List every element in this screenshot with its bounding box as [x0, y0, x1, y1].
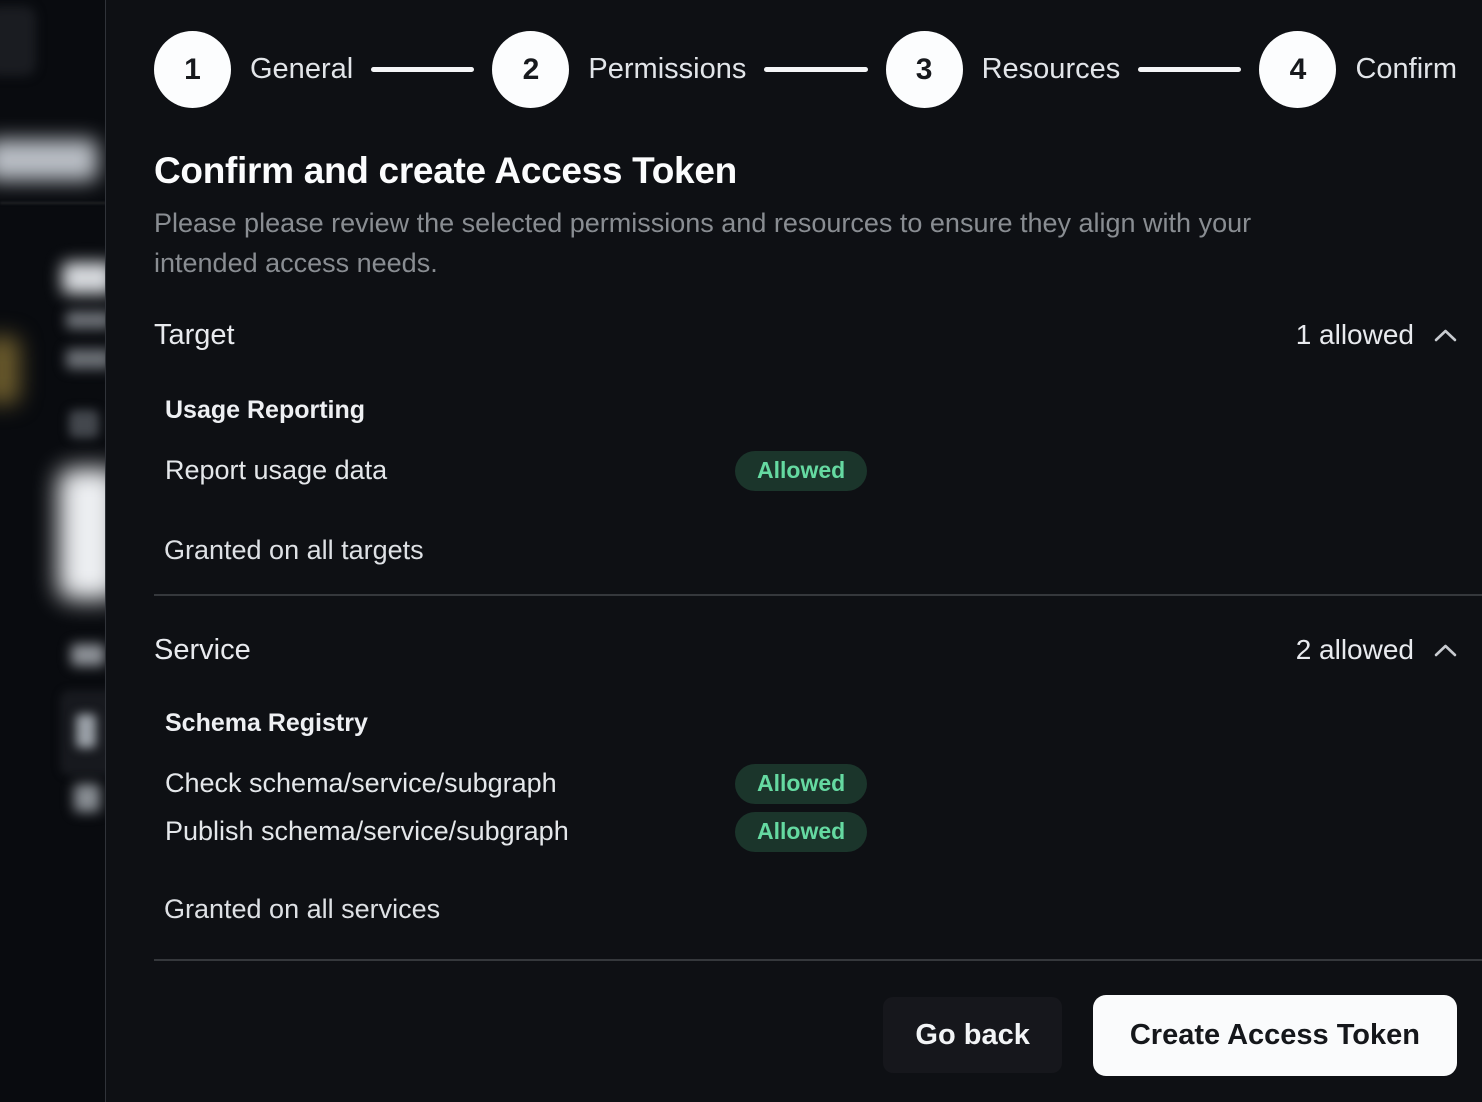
blurred-nav-item: [0, 139, 98, 181]
background-page: [0, 0, 106, 1102]
permission-label: Check schema/service/subgraph: [165, 768, 735, 799]
page-description: Please please review the selected permis…: [106, 203, 1346, 283]
permission-row: Report usage data Allowed: [165, 451, 1457, 491]
permission-row: Publish schema/service/subgraph Allowed: [165, 812, 1457, 852]
section-target-title: Target: [154, 319, 235, 352]
step-confirm-label: Confirm: [1355, 53, 1457, 86]
step-confirm-number: 4: [1259, 31, 1336, 108]
section-service-group: Schema Registry Check schema/service/sub…: [117, 709, 1482, 852]
service-granted-note: Granted on all services: [116, 894, 1482, 925]
divider: [154, 959, 1482, 961]
blurred-accent-blob: [0, 336, 20, 404]
backdrop-divider: [0, 202, 106, 204]
blurred-icon: [69, 410, 99, 438]
section-service-title: Service: [154, 634, 251, 667]
page-title: Confirm and create Access Token: [106, 150, 1482, 193]
blurred-heading: [62, 262, 106, 294]
step-permissions[interactable]: 2 Permissions: [492, 31, 746, 108]
section-target-collapse-toggle[interactable]: 1 allowed: [1296, 319, 1457, 351]
step-general[interactable]: 1 General: [154, 31, 353, 108]
step-permissions-number: 2: [492, 31, 569, 108]
create-access-token-panel: 1 General 2 Permissions 3 Resources 4 Co…: [105, 0, 1482, 1102]
section-service-count: 2 allowed: [1296, 634, 1414, 666]
step-confirm[interactable]: 4 Confirm: [1259, 31, 1457, 108]
step-general-number: 1: [154, 31, 231, 108]
section-target-header: Target 1 allowed: [106, 319, 1482, 352]
service-group-title: Schema Registry: [165, 709, 1457, 738]
step-resources-number: 3: [886, 31, 963, 108]
stepper-connector: [371, 67, 474, 72]
blurred-card: [58, 468, 106, 600]
wizard-footer: Go back Create Access Token: [106, 995, 1482, 1076]
stepper-connector: [1138, 67, 1241, 72]
step-permissions-label: Permissions: [588, 53, 746, 86]
divider: [154, 594, 1482, 596]
blurred-input-letter: [76, 714, 96, 748]
status-badge: Allowed: [735, 764, 867, 804]
step-resources-label: Resources: [982, 53, 1121, 86]
section-target-count: 1 allowed: [1296, 319, 1414, 351]
section-target-group: Usage Reporting Report usage data Allowe…: [117, 396, 1482, 491]
permission-label: Report usage data: [165, 455, 735, 486]
status-badge: Allowed: [735, 812, 867, 852]
section-service-header: Service 2 allowed: [106, 634, 1482, 667]
target-group-title: Usage Reporting: [165, 396, 1457, 425]
permission-label: Publish schema/service/subgraph: [165, 816, 735, 847]
blurred-text-line-2: [66, 349, 106, 369]
blurred-text-line-3: [71, 644, 105, 666]
step-resources[interactable]: 3 Resources: [886, 31, 1121, 108]
blurred-logo: [0, 6, 36, 76]
go-back-button[interactable]: Go back: [883, 997, 1061, 1073]
screen: 1 General 2 Permissions 3 Resources 4 Co…: [0, 0, 1482, 1102]
blurred-text-line-4: [74, 784, 100, 812]
wizard-stepper: 1 General 2 Permissions 3 Resources 4 Co…: [106, 31, 1482, 108]
step-general-label: General: [250, 53, 353, 86]
permission-row: Check schema/service/subgraph Allowed: [165, 764, 1457, 804]
blurred-text-line-1: [66, 311, 106, 329]
chevron-up-icon: [1434, 643, 1457, 658]
section-service-collapse-toggle[interactable]: 2 allowed: [1296, 634, 1457, 666]
target-granted-note: Granted on all targets: [116, 535, 1482, 566]
chevron-up-icon: [1434, 328, 1457, 343]
status-badge: Allowed: [735, 451, 867, 491]
create-access-token-button[interactable]: Create Access Token: [1093, 995, 1457, 1076]
stepper-connector: [764, 67, 867, 72]
